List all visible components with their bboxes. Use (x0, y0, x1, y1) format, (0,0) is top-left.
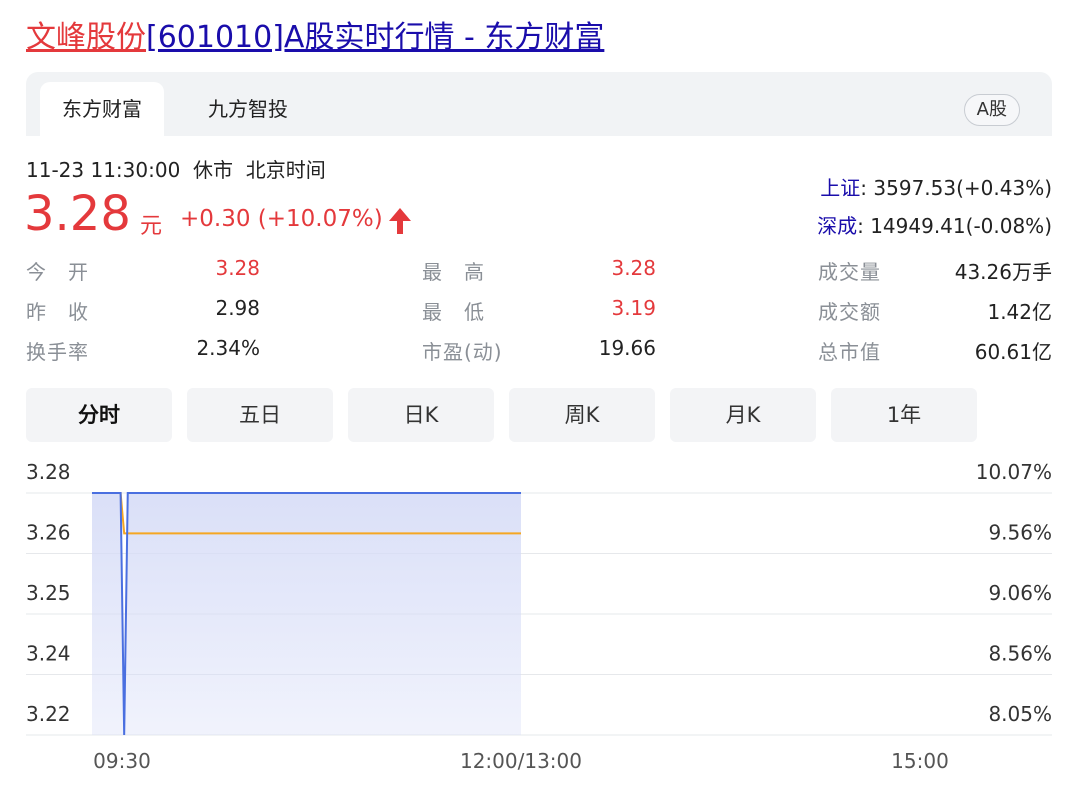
stat-value-volume: 43.26万手 (954, 260, 1052, 284)
arrow-up-icon (389, 208, 411, 234)
x-tick-label: 09:30 (93, 749, 151, 773)
y-tick-label-right: 9.56% (988, 521, 1052, 545)
stat-label-turnover-rate: 换手率 (26, 340, 89, 364)
quote-time-line: 11-23 11:30:00 休市 北京时间 (26, 154, 326, 183)
index-shenzhen-name: 深成 (817, 214, 858, 238)
period-intraday-button[interactable]: 分时 (26, 388, 172, 442)
index-shenzhen[interactable]: 深成: 14949.41(-0.08%) (817, 210, 1052, 239)
stat-value-low: 3.19 (611, 296, 656, 320)
stat-value-high: 3.28 (611, 256, 656, 280)
intraday-chart: 3.28 10.07% 3.26 9.56% 3.25 9.06% 3.24 8.56% 3.2… (26, 460, 1052, 773)
stat-label-turnover-amount: 成交额 (818, 300, 881, 324)
x-tick-label: 12:00/13:00 (460, 749, 582, 773)
tab-eastmoney[interactable]: 东方财富 (40, 82, 164, 136)
y-tick-label-left: 3.26 (26, 521, 71, 545)
page-title-link[interactable]: 文峰股份[601010]A股实时行情 - 东方财富 (26, 16, 604, 60)
stat-label-low: 最 低 (422, 300, 485, 324)
market-badge[interactable]: A股 (963, 94, 1020, 126)
price-change: +0.30 (+10.07%) (180, 206, 383, 232)
current-price: 3.28 (24, 186, 131, 242)
index-shanghai[interactable]: 上证: 3597.53(+0.43%) (820, 172, 1052, 201)
stat-label-prev-close: 昨 收 (26, 300, 89, 324)
stat-value-prev-close: 2.98 (215, 296, 260, 320)
price-area (92, 493, 521, 735)
index-shenzhen-value: : 14949.41(-0.08%) (857, 214, 1052, 238)
y-tick-label-left: 3.22 (26, 702, 71, 726)
period-five-day-button[interactable]: 五日 (187, 388, 333, 442)
stat-label-market-cap: 总市值 (818, 340, 881, 364)
period-weekly-k-button[interactable]: 周K (509, 388, 655, 442)
market-status: 休市 (193, 158, 234, 182)
period-one-year-button[interactable]: 1年 (831, 388, 977, 442)
y-tick-label-left: 3.28 (26, 460, 71, 484)
y-tick-label-left: 3.25 (26, 581, 71, 605)
quote-datetime: 11-23 11:30:00 (26, 158, 181, 182)
index-shanghai-name: 上证 (820, 176, 861, 200)
y-tick-label-right: 8.56% (988, 642, 1052, 666)
price-area-fill (92, 493, 521, 735)
stat-value-market-cap: 60.61亿 (974, 340, 1052, 364)
stat-label-open: 今 开 (26, 260, 89, 284)
y-tick-label-right: 9.06% (988, 581, 1052, 605)
period-monthly-k-button[interactable]: 月K (670, 388, 816, 442)
period-daily-k-button[interactable]: 日K (348, 388, 494, 442)
stat-value-open: 3.28 (215, 256, 260, 280)
price-unit: 元 (140, 214, 163, 239)
timezone-label: 北京时间 (245, 158, 326, 182)
stat-label-volume: 成交量 (818, 260, 881, 284)
title-stock-name: 文峰股份 (26, 20, 146, 55)
stat-value-turnover-rate: 2.34% (196, 336, 260, 360)
stat-label-high: 最 高 (422, 260, 485, 284)
stat-label-pe: 市盈(动) (422, 340, 503, 364)
y-tick-label-right: 10.07% (976, 460, 1052, 484)
index-shanghai-value: : 3597.53(+0.43%) (860, 176, 1052, 200)
tab-jiufang[interactable]: 九方智投 (186, 82, 310, 136)
y-tick-label-left: 3.24 (26, 642, 71, 666)
source-tab-bar: 东方财富 九方智投 A股 (26, 72, 1052, 136)
x-tick-label: 15:00 (891, 749, 949, 773)
title-rest: [601010]A股实时行情 - 东方财富 (146, 20, 605, 55)
stat-value-pe: 19.66 (598, 336, 656, 360)
stat-value-turnover-amount: 1.42亿 (987, 300, 1052, 324)
y-tick-label-right: 8.05% (988, 702, 1052, 726)
